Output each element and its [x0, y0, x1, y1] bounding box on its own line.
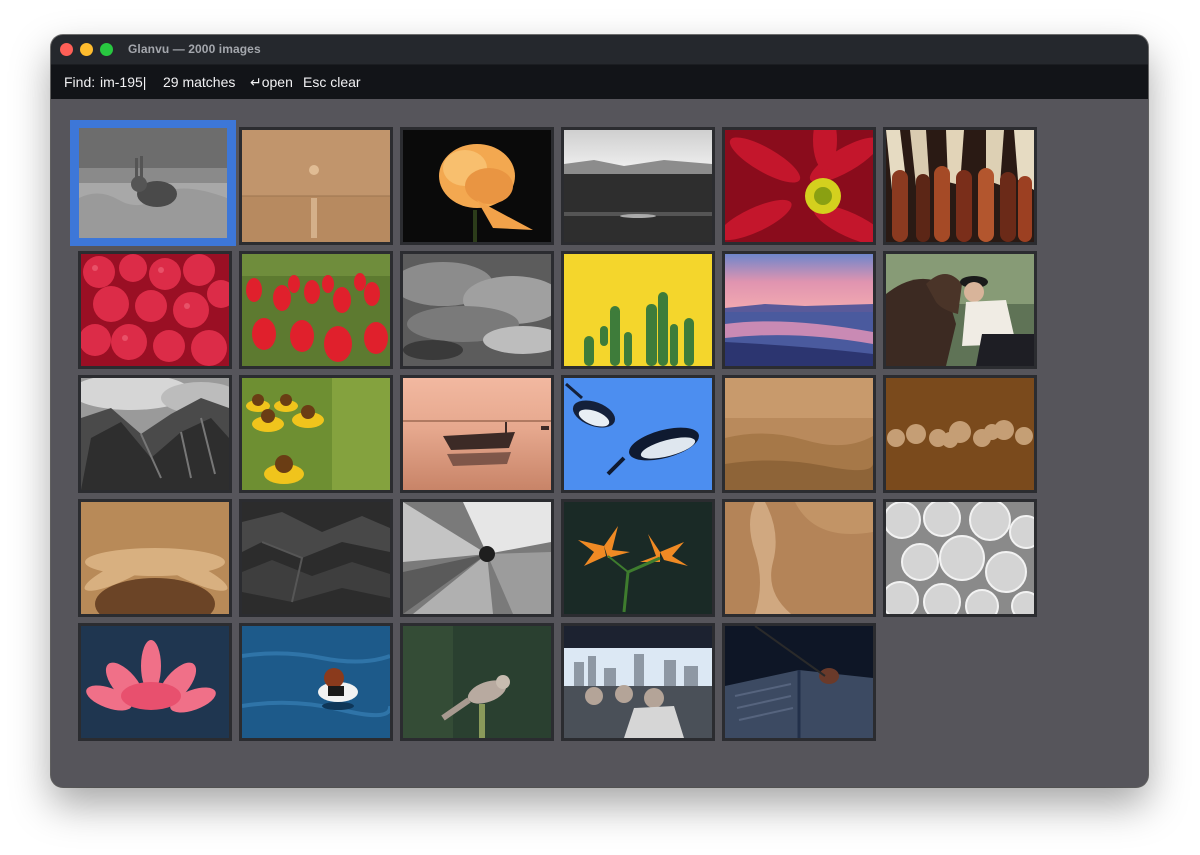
- thumbnail-image: [81, 502, 229, 614]
- thumbnail-image: [242, 130, 390, 242]
- thumbnail-image: [242, 378, 390, 490]
- thumbnail-rowboat[interactable]: [400, 375, 554, 493]
- thumbnail-image: [886, 502, 1034, 614]
- thumbnail-citrus[interactable]: [883, 499, 1037, 617]
- thumbnail-image: [81, 378, 229, 490]
- thumbnail-sepia-fog[interactable]: [722, 375, 876, 493]
- app-window: Glanvu — 2000 images Find: im-195| 29 ma…: [51, 35, 1148, 787]
- maximize-window-button[interactable]: [100, 43, 113, 56]
- thumbnail-image: [81, 254, 229, 366]
- thumbnail-mountains[interactable]: [78, 375, 232, 493]
- find-input[interactable]: im-195|: [100, 65, 146, 99]
- thumbnail-rabbit[interactable]: [70, 120, 236, 246]
- thumbnail-book-rose[interactable]: [722, 623, 876, 741]
- thumbnail-image: [403, 626, 551, 738]
- thumbnail-image: [564, 378, 712, 490]
- thumbnail-image: [564, 626, 712, 738]
- thumbnail-flower-macro[interactable]: [400, 499, 554, 617]
- thumbnail-image: [564, 254, 712, 366]
- title-bar: Glanvu — 2000 images: [51, 35, 1148, 65]
- thumbnail-cloudy-sky[interactable]: [400, 251, 554, 369]
- thumbnail-image: [725, 502, 873, 614]
- thumbnail-crumpled[interactable]: [239, 499, 393, 617]
- thumbnail-image: [725, 626, 873, 738]
- match-count: 29 matches: [163, 74, 236, 90]
- thumbnail-image: [886, 378, 1034, 490]
- thumbnail-city-crowd[interactable]: [561, 623, 715, 741]
- thumbnail-image: [242, 254, 390, 366]
- thumbnail-coneflowers[interactable]: [239, 375, 393, 493]
- thumbnail-image: [886, 130, 1034, 242]
- thumbnail-image: [81, 626, 229, 738]
- thumbnail-duck[interactable]: [239, 623, 393, 741]
- thumbnail-image: [403, 254, 551, 366]
- thumbnail-tulips[interactable]: [239, 251, 393, 369]
- close-window-button[interactable]: [60, 43, 73, 56]
- thumbnail-horse[interactable]: [883, 251, 1037, 369]
- thumbnail-corn[interactable]: [883, 127, 1037, 245]
- thumbnail-image: [564, 130, 712, 242]
- thumbnail-image: [403, 378, 551, 490]
- thumbnail-image: [886, 254, 1034, 366]
- clear-hint: Esc clear: [303, 74, 361, 90]
- thumbnail-red-daisy[interactable]: [722, 127, 876, 245]
- thumbnail-penguins[interactable]: [561, 375, 715, 493]
- thumbnail-image: [242, 502, 390, 614]
- thumbnail-bird[interactable]: [400, 623, 554, 741]
- thumbnail-image: [79, 128, 227, 238]
- thumbnail-sepia-sun[interactable]: [239, 127, 393, 245]
- thumbnail-image: [725, 254, 873, 366]
- thumbnail-orange-rose[interactable]: [400, 127, 554, 245]
- open-hint: ↵open: [250, 74, 293, 90]
- thumbnail-lilies[interactable]: [561, 499, 715, 617]
- thumbnail-image: [725, 130, 873, 242]
- window-title: Glanvu — 2000 images: [128, 42, 261, 56]
- thumbnail-purple-beach[interactable]: [722, 251, 876, 369]
- thumbnail-raspberries[interactable]: [78, 251, 232, 369]
- thumbnail-image: [403, 502, 551, 614]
- find-label: Find:: [64, 74, 96, 90]
- thumbnail-image: [564, 502, 712, 614]
- minimize-window-button[interactable]: [80, 43, 93, 56]
- thumbnail-misty-lake[interactable]: [561, 127, 715, 245]
- thumbnail-image: [242, 626, 390, 738]
- thumbnail-lotus[interactable]: [78, 623, 232, 741]
- thumbnail-cacti[interactable]: [561, 251, 715, 369]
- thumbnail-sepia-coast[interactable]: [722, 499, 876, 617]
- thumbnail-bokeh[interactable]: [883, 375, 1037, 493]
- thumbnail-image: [403, 130, 551, 242]
- thumbnail-sunflower[interactable]: [78, 499, 232, 617]
- thumbnail-image: [725, 378, 873, 490]
- find-bar: Find: im-195| 29 matches ↵open Esc clear: [51, 65, 1148, 99]
